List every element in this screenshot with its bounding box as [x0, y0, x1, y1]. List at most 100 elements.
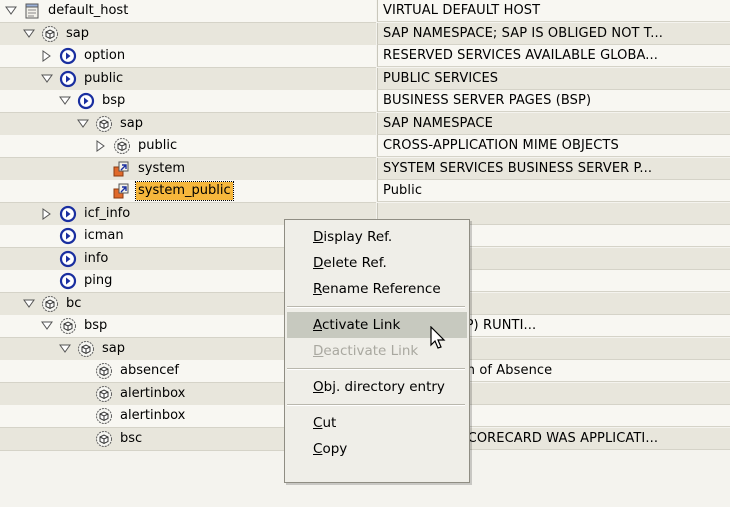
tree-node[interactable]: system_public: [94, 180, 234, 202]
tree-node-label[interactable]: ping: [82, 272, 114, 290]
tree-node-label[interactable]: absencef: [118, 362, 181, 380]
tree-node-cell: option: [0, 45, 376, 68]
tree-description-cell: SAP NAMESPACE; SAP IS OBLIGED NOT T...: [377, 22, 730, 45]
service-icon: [59, 47, 77, 65]
tree-node-cell: default_host: [0, 0, 376, 23]
tree-row[interactable]: bsp BUSINESS SERVER PAGES (BSP): [0, 90, 730, 113]
namespace-icon: [95, 385, 113, 403]
tree-node-label[interactable]: sap: [100, 340, 127, 358]
host-icon: [23, 2, 41, 20]
tree-node-label[interactable]: bsp: [100, 92, 127, 110]
tree-node[interactable]: info: [40, 248, 110, 270]
tree-row[interactable]: public CROSS-APPLICATION MIME OBJECTS: [0, 135, 730, 158]
tree-node-label[interactable]: alertinbox: [118, 385, 187, 403]
tree-node[interactable]: default_host: [4, 0, 130, 22]
tree-node[interactable]: icman: [40, 225, 126, 247]
namespace-icon: [41, 295, 59, 313]
tree-node-label[interactable]: bc: [64, 295, 83, 313]
tree-node-label[interactable]: public: [82, 70, 125, 88]
menu-separator: [287, 368, 465, 370]
tree-node[interactable]: bsp: [58, 90, 127, 112]
tree-node-label[interactable]: sap: [64, 25, 91, 43]
service-icon: [59, 250, 77, 268]
tree-node-label[interactable]: public: [136, 137, 179, 155]
tree-row[interactable]: public PUBLIC SERVICES: [0, 67, 730, 91]
expand-triangle-icon[interactable]: [40, 49, 54, 63]
tree-node[interactable]: system: [94, 158, 187, 180]
namespace-icon: [41, 25, 59, 43]
menu-delete-ref[interactable]: Delete Ref.: [287, 250, 467, 276]
tree-description-cell: CROSS-APPLICATION MIME OBJECTS: [377, 135, 730, 157]
service-icon: [59, 272, 77, 290]
tree-node[interactable]: icf_info: [40, 203, 132, 225]
tree-node[interactable]: alertinbox: [76, 383, 187, 405]
tree-node-label[interactable]: sap: [118, 115, 145, 133]
menu-obj-directory-entry[interactable]: Obj. directory entry: [287, 374, 467, 400]
tree-node-label[interactable]: icf_info: [82, 205, 132, 223]
menu-cut[interactable]: Cut: [287, 410, 467, 436]
tree-node-label-selected[interactable]: system_public: [135, 181, 234, 201]
collapse-triangle-icon[interactable]: [58, 342, 72, 356]
tree-node-label[interactable]: default_host: [46, 2, 130, 20]
tree-node-label[interactable]: alertinbox: [118, 407, 187, 425]
namespace-icon: [95, 362, 113, 380]
namespace-icon: [95, 407, 113, 425]
tree-node[interactable]: public: [40, 68, 125, 90]
tree-node[interactable]: sap: [22, 23, 91, 45]
tree-node-cell: bsp: [0, 90, 376, 113]
tree-description-cell: SAP NAMESPACE: [377, 112, 730, 135]
namespace-icon: [77, 340, 95, 358]
tree-row[interactable]: system SYSTEM SERVICES BUSINESS SERVER P.…: [0, 157, 730, 181]
tree-node[interactable]: ping: [40, 270, 114, 292]
tree-row[interactable]: sap SAP NAMESPACE; SAP IS OBLIGED NOT T..…: [0, 22, 730, 46]
collapse-triangle-icon[interactable]: [22, 297, 36, 311]
reference-icon: [113, 160, 131, 178]
tree-node[interactable]: alertinbox: [76, 405, 187, 427]
service-icon: [59, 70, 77, 88]
tree-node-label[interactable]: bsc: [118, 430, 144, 448]
tree-row[interactable]: system_public Public: [0, 180, 730, 203]
tree-node[interactable]: absencef: [76, 360, 181, 382]
tree-node[interactable]: bsc: [76, 428, 144, 450]
tree-node-label[interactable]: info: [82, 250, 110, 268]
tree-row[interactable]: sap SAP NAMESPACE: [0, 112, 730, 136]
tree-node[interactable]: bc: [22, 293, 83, 315]
context-menu: Display Ref. Delete Ref. Rename Reference A…: [284, 219, 470, 483]
tree-node[interactable]: option: [40, 45, 127, 67]
collapse-triangle-icon[interactable]: [22, 27, 36, 41]
collapse-triangle-icon[interactable]: [40, 72, 54, 86]
tree-node-label[interactable]: system: [136, 160, 187, 178]
tree-node-label[interactable]: bsp: [82, 317, 109, 335]
collapse-triangle-icon[interactable]: [58, 94, 72, 108]
service-icon: [77, 92, 95, 110]
expand-triangle-icon[interactable]: [94, 139, 108, 153]
menu-display-ref[interactable]: Display Ref.: [287, 224, 467, 250]
service-icon: [59, 205, 77, 223]
tree-row[interactable]: default_host VIRTUAL DEFAULT HOST: [0, 0, 730, 23]
tree-node[interactable]: sap: [58, 338, 127, 360]
menu-separator: [287, 404, 465, 406]
tree-node[interactable]: sap: [76, 113, 145, 135]
tree-node[interactable]: public: [94, 135, 179, 157]
collapse-triangle-icon[interactable]: [4, 4, 18, 18]
namespace-icon: [95, 115, 113, 133]
tree-row[interactable]: option RESERVED SERVICES AVAILABLE GLOBA.…: [0, 45, 730, 68]
tree-node[interactable]: bsp: [40, 315, 109, 337]
tree-node-cell: system_public: [0, 180, 376, 203]
namespace-icon: [59, 317, 77, 335]
menu-copy[interactable]: Copy: [287, 436, 467, 462]
tree-node-cell: sap: [0, 112, 376, 136]
tree-description-cell: SYSTEM SERVICES BUSINESS SERVER P...: [377, 157, 730, 180]
tree-node-cell: public: [0, 135, 376, 158]
tree-node-label[interactable]: option: [82, 47, 127, 65]
expand-triangle-icon[interactable]: [40, 207, 54, 221]
collapse-triangle-icon[interactable]: [40, 319, 54, 333]
menu-rename-reference[interactable]: Rename Reference: [287, 276, 467, 302]
collapse-triangle-icon[interactable]: [76, 117, 90, 131]
tree-node-label[interactable]: icman: [82, 227, 126, 245]
